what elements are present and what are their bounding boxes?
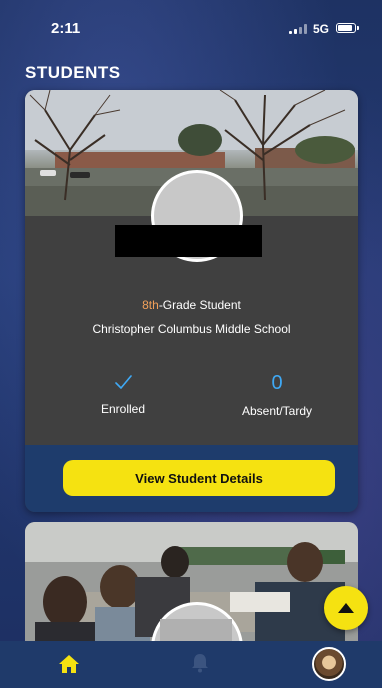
- absent-count: 0: [271, 372, 283, 394]
- bell-icon[interactable]: [191, 653, 209, 673]
- students-screen: 2:11 5G STUDENTS 8th-Grade Student Chris…: [0, 0, 382, 688]
- view-student-details-button[interactable]: View Student Details: [63, 460, 335, 496]
- card-footer: View Student Details: [25, 445, 358, 512]
- battery-icon: [336, 23, 359, 33]
- signal-icon: [289, 24, 309, 34]
- grade-suffix: -Grade Student: [158, 298, 241, 312]
- grade-number: 8th: [142, 298, 159, 312]
- page-title: STUDENTS: [25, 63, 121, 82]
- caret-up-icon: [338, 603, 354, 613]
- check-icon: [115, 375, 132, 389]
- student-school: Christopher Columbus Middle School: [92, 322, 291, 336]
- status-time: 2:11: [51, 20, 81, 37]
- absent-stat: 0 Absent/Tardy: [217, 372, 337, 418]
- home-icon[interactable]: [58, 654, 80, 674]
- enrolled-stat: Enrolled: [63, 372, 183, 416]
- network-label: 5G: [313, 22, 330, 36]
- student-grade: 8th-Grade Student: [25, 298, 358, 312]
- absent-label: Absent/Tardy: [241, 404, 313, 418]
- status-bar: 2:11 5G: [0, 0, 382, 52]
- bottom-nav: [0, 641, 382, 688]
- profile-avatar[interactable]: [312, 647, 346, 681]
- student-name-redacted: [115, 225, 262, 257]
- scroll-to-top-button[interactable]: [324, 586, 368, 630]
- student-card: 8th-Grade Student Christopher Columbus M…: [25, 90, 358, 512]
- enrolled-label: Enrolled: [100, 402, 146, 416]
